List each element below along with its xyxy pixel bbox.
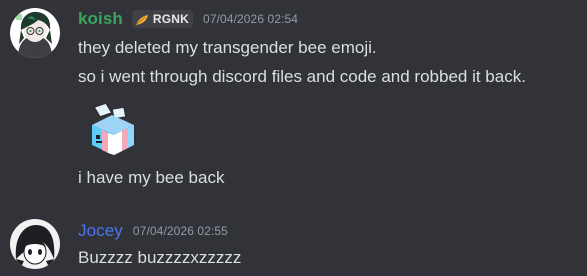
username[interactable]: Jocey (78, 221, 123, 241)
transgender-bee-emoji-image (92, 102, 139, 155)
message-text: so i went through discord files and code… (78, 67, 526, 86)
timestamp: 07/04/2026 02:55 (132, 224, 228, 238)
avatar[interactable] (10, 8, 60, 58)
username[interactable]: koish (78, 9, 123, 29)
message-header: koish RGNK 07/04/2026 02:54 (78, 9, 298, 29)
message-header: Jocey 07/04/2026 02:55 (78, 221, 228, 241)
jocey-avatar-image (10, 219, 60, 269)
avatar[interactable] (10, 219, 60, 269)
message-text: Buzzzz buzzzzxzzzzz (78, 248, 242, 267)
golden-feather-icon (135, 13, 149, 26)
timestamp: 07/04/2026 02:54 (203, 12, 299, 26)
server-tag-label: RGNK (152, 12, 190, 26)
transgender-bee-emoji[interactable] (82, 99, 140, 157)
koish-avatar-image (10, 8, 60, 58)
server-tag[interactable]: RGNK (131, 10, 194, 28)
message-text: i have my bee back (78, 168, 225, 187)
message-text: they deleted my transgender bee emoji. (78, 38, 377, 57)
